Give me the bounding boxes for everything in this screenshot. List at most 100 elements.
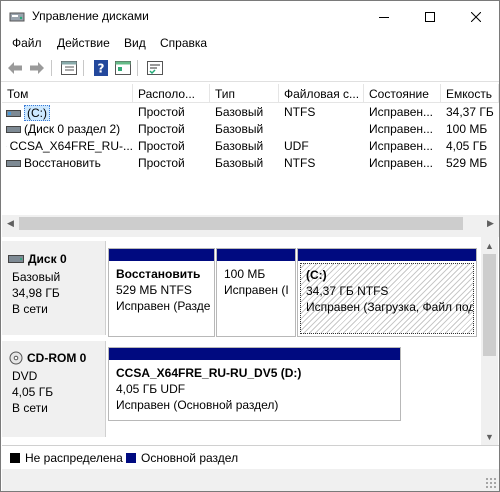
vertical-scroll-thumb[interactable] (483, 254, 496, 356)
scroll-up-arrow-icon[interactable]: ▲ (481, 237, 498, 254)
properties-icon (61, 61, 77, 75)
drive-icon (6, 125, 21, 133)
volume-name-cell: CCSA_X64FRE_RU-... (6, 139, 133, 153)
capacity-cell: 34,37 ГБ (446, 105, 494, 119)
legend-primary-label: Основной раздел (141, 451, 239, 465)
partition-recovery[interactable]: Восстановить 529 МБ NTFS Исправен (Разде (108, 248, 215, 337)
toolbar-separator (137, 60, 138, 76)
volume-name: CCSA_X64FRE_RU-... (9, 139, 133, 153)
status-bar (2, 469, 499, 491)
partition-type-bar (298, 249, 476, 261)
table-row[interactable]: (C:) Простой Базовый NTFS Исправен... 34… (2, 104, 499, 121)
volume-name-cell: (Диск 0 раздел 2) (6, 122, 133, 136)
filesystem-cell: UDF (284, 139, 309, 153)
disk-icon (8, 255, 24, 263)
horizontal-scroll-thumb[interactable] (19, 217, 463, 230)
settings-icon (147, 61, 163, 75)
partition-body: Восстановить 529 МБ NTFS Исправен (Разде (111, 263, 212, 334)
forward-arrow-icon (30, 62, 44, 74)
cdrom-0-size: 4,05 ГБ (12, 385, 54, 399)
resize-grip-icon[interactable] (485, 477, 496, 488)
optical-disc-icon (6, 145, 7, 147)
disk-0-name: Диск 0 (28, 252, 67, 266)
window-title: Управление дисками (32, 9, 149, 23)
minimize-button[interactable] (361, 1, 407, 32)
scroll-down-arrow-icon[interactable]: ▼ (481, 428, 498, 445)
menu-action[interactable]: Действие (57, 36, 110, 50)
disk-0-status: В сети (12, 302, 48, 316)
column-header-status[interactable]: Состояние (364, 84, 441, 103)
help-icon: ? (94, 60, 108, 76)
scroll-left-arrow-icon[interactable]: ◀ (2, 215, 19, 231)
drive-icon (6, 109, 21, 117)
partition-body-selected: (C:) 34,37 ГБ NTFS Исправен (Загрузка, Ф… (300, 263, 474, 334)
cdrom-0-type: DVD (12, 369, 38, 383)
partition-system-reserved[interactable]: 100 МБ Исправен (I (216, 248, 296, 337)
close-button[interactable] (453, 1, 499, 32)
status-cell: Исправен... (369, 156, 434, 170)
partition-status: Исправен (Загрузка, Файл под (306, 300, 474, 314)
console-button[interactable] (113, 58, 133, 78)
cdrom-icon (9, 351, 23, 365)
disk-management-window: Управление дисками Файл Действие Вид Спр… (0, 0, 500, 492)
layout-cell: Простой (138, 139, 185, 153)
drive-icon (6, 159, 21, 167)
capacity-cell: 100 МБ (446, 122, 488, 136)
minimize-icon (379, 16, 389, 18)
back-button[interactable] (5, 58, 25, 78)
forward-button[interactable] (27, 58, 47, 78)
column-header-capacity[interactable]: Емкость (441, 84, 499, 103)
disk-0-type: Базовый (12, 270, 61, 284)
partition-label: Восстановить (116, 267, 201, 281)
cdrom-0-title: CD-ROM 0 (8, 351, 86, 365)
capacity-cell: 529 МБ (446, 156, 488, 170)
disk-0-title: Диск 0 (8, 252, 67, 266)
table-row[interactable]: (Диск 0 раздел 2) Простой Базовый Исправ… (2, 121, 499, 138)
partition-size: 4,05 ГБ UDF (116, 382, 186, 396)
menu-bar: Файл Действие Вид Справка (1, 32, 499, 54)
console-icon (115, 61, 131, 75)
table-row[interactable]: CCSA_X64FRE_RU-... Простой Базовый UDF И… (2, 138, 499, 155)
partition-dvd[interactable]: CCSA_X64FRE_RU-RU_DV5 (D:) 4,05 ГБ UDF И… (108, 347, 401, 421)
legend: Не распределена Основной раздел (2, 445, 499, 469)
cdrom-0-info[interactable]: CD-ROM 0 DVD 4,05 ГБ В сети (2, 341, 106, 437)
type-cell: Базовый (215, 122, 264, 136)
status-cell: Исправен... (369, 139, 434, 153)
title-bar[interactable]: Управление дисками (1, 1, 499, 32)
table-row[interactable]: Восстановить Простой Базовый NTFS Исправ… (2, 155, 499, 172)
disk-map-vertical-scrollbar[interactable]: ▲ ▼ (481, 237, 498, 445)
menu-help[interactable]: Справка (160, 36, 207, 50)
layout-cell: Простой (138, 156, 185, 170)
svg-text:?: ? (98, 62, 105, 76)
menu-view[interactable]: Вид (124, 36, 146, 50)
disk-0-info[interactable]: Диск 0 Базовый 34,98 ГБ В сети (2, 241, 106, 335)
partition-type-bar (109, 348, 400, 360)
legend-unallocated-label: Не распределена (25, 451, 123, 465)
volume-list-horizontal-scrollbar[interactable]: ◀ ▶ (2, 215, 499, 231)
volume-name-cell: (C:) (6, 105, 133, 121)
status-cell: Исправен... (369, 105, 434, 119)
scroll-right-arrow-icon[interactable]: ▶ (482, 215, 499, 231)
column-header-volume[interactable]: Том (2, 84, 133, 103)
show-hide-tree-button[interactable] (59, 58, 79, 78)
column-header-layout[interactable]: Располо... (133, 84, 210, 103)
column-header-type[interactable]: Тип (210, 84, 279, 103)
back-arrow-icon (8, 62, 22, 74)
disk-map-area: Диск 0 Базовый 34,98 ГБ В сети Восстанов… (2, 237, 499, 445)
toolbar-separator (83, 60, 84, 76)
volume-list-header: Том Располо... Тип Файловая с... Состоян… (2, 84, 499, 103)
partition-body: 100 МБ Исправен (I (219, 263, 293, 334)
partition-size: 529 МБ NTFS (116, 283, 192, 297)
volume-name: (C:) (24, 105, 50, 121)
maximize-button[interactable] (407, 1, 453, 32)
close-icon (471, 11, 481, 22)
partition-type-bar (109, 249, 214, 261)
type-cell: Базовый (215, 139, 264, 153)
column-header-filesystem[interactable]: Файловая с... (279, 84, 364, 103)
menu-file[interactable]: Файл (12, 36, 42, 50)
layout-cell: Простой (138, 122, 185, 136)
partition-c-drive[interactable]: (C:) 34,37 ГБ NTFS Исправен (Загрузка, Ф… (297, 248, 477, 337)
toolbar-separator (51, 60, 52, 76)
settings-button[interactable] (145, 58, 165, 78)
help-button[interactable]: ? (91, 58, 111, 78)
